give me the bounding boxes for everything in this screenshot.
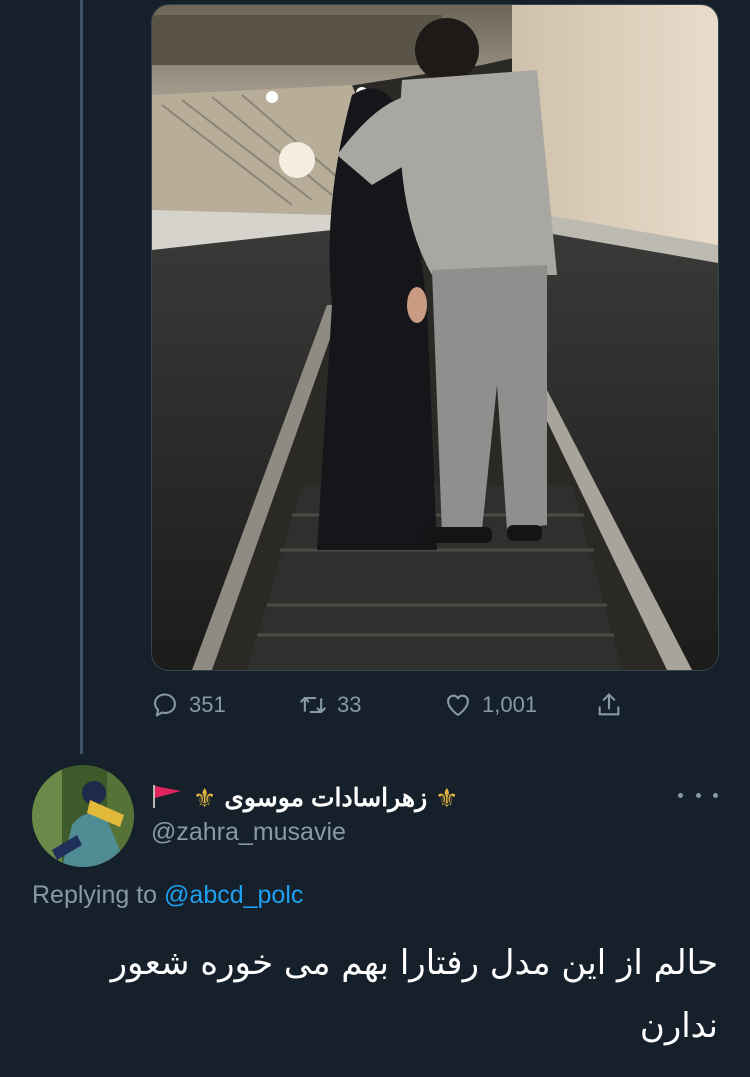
replying-prefix: Replying to xyxy=(32,881,158,909)
more-dot-icon xyxy=(678,792,683,798)
like-count: 1,001 xyxy=(482,692,538,717)
replying-to-line: Replying to @abcd_polc xyxy=(32,881,303,910)
tweet-photo[interactable] xyxy=(151,4,719,671)
reply-icon xyxy=(154,693,176,717)
like-icon xyxy=(447,694,469,716)
like-button[interactable]: 1,001 xyxy=(444,684,537,726)
retweet-button[interactable]: 33 xyxy=(299,684,361,726)
retweet-icon xyxy=(300,696,326,714)
more-dot-icon xyxy=(713,792,718,798)
red-flag-icon xyxy=(151,783,183,814)
display-name[interactable]: زهراسادات موسوی xyxy=(224,783,427,813)
user-handle[interactable]: @zahra_musavie xyxy=(151,818,346,847)
profile-photo xyxy=(32,765,134,867)
thread-connector-line xyxy=(80,0,83,754)
reply-count: 351 xyxy=(189,692,226,717)
tweet-action-bar: 351 33 1,001 xyxy=(151,684,641,726)
avatar[interactable] xyxy=(32,765,134,867)
reply-button[interactable]: 351 xyxy=(151,684,226,726)
more-options-button[interactable] xyxy=(678,780,718,810)
replying-to-link[interactable]: @abcd_polc xyxy=(164,881,303,909)
share-button[interactable] xyxy=(595,684,623,726)
escalator-photo-illustration xyxy=(152,5,718,670)
reply-text: حالم از این مدل رفتارا بهم می خوره شعور … xyxy=(110,943,718,1046)
fleur-de-lis-icon: ⚜ xyxy=(193,783,217,813)
fleur-de-lis-icon: ⚜ xyxy=(435,783,459,813)
reply-author[interactable]: ⚜ زهراسادات موسوی ⚜ xyxy=(151,780,531,816)
retweet-count: 33 xyxy=(337,692,362,717)
share-icon xyxy=(598,693,620,716)
more-dot-icon xyxy=(695,792,701,798)
